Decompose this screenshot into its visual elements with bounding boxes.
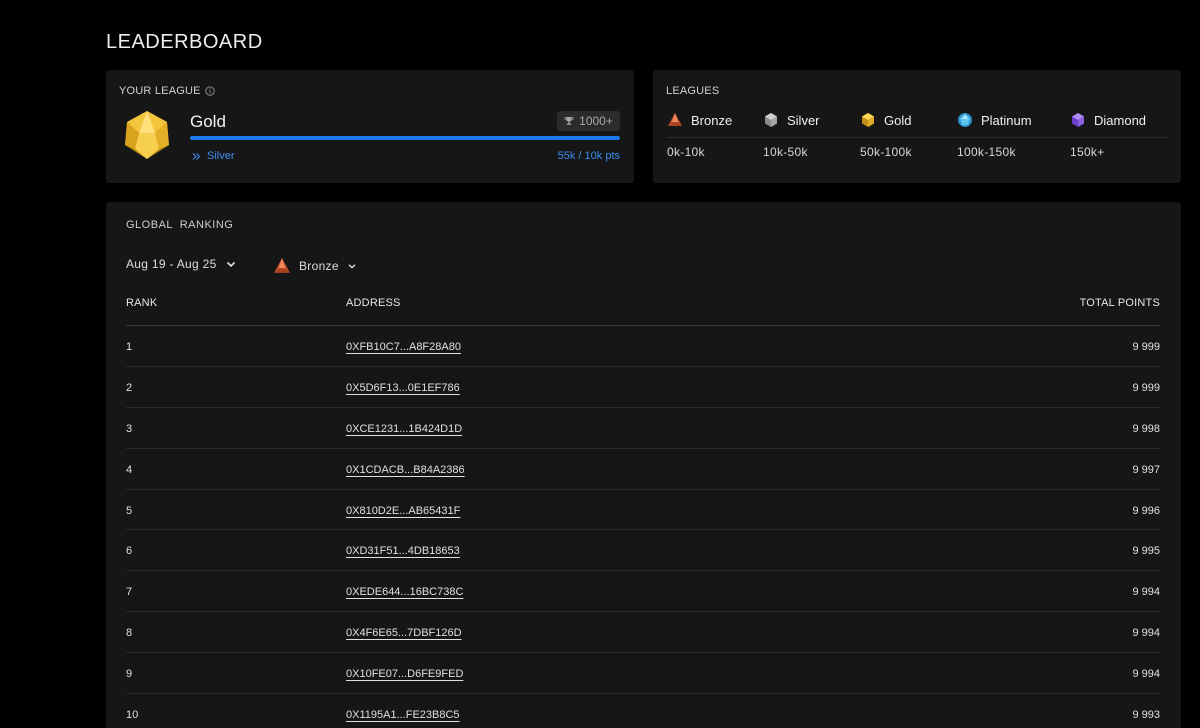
league-range: 0k-10k — [667, 145, 705, 159]
your-league-label: YOUR LEAGUE — [119, 85, 201, 97]
rank-cell: 7 — [126, 586, 133, 599]
address-link[interactable]: 0XD31F51...4DB18653 — [346, 545, 460, 557]
points-cell: 9 994 — [1132, 586, 1160, 599]
address-link[interactable]: 0X4F6E65...7DBF126D — [346, 627, 462, 639]
rank-cell: 10 — [126, 709, 139, 722]
rank-cell: 2 — [126, 381, 133, 394]
next-league-link[interactable]: Silver — [192, 150, 235, 162]
address-link[interactable]: 0X810D2E...AB65431F — [346, 505, 460, 517]
league-filter-value: Bronze — [299, 259, 339, 273]
league-range: 10k-50k — [763, 145, 808, 159]
points-cell: 9 996 — [1132, 504, 1160, 517]
table-row: 9 0X10FE07...D6FE9FED 9 994 — [126, 653, 1160, 695]
league-progress-fill — [190, 136, 620, 140]
rank-cell: 5 — [126, 504, 133, 517]
address-link[interactable]: 0XEDE644...16BC738C — [346, 586, 463, 598]
points-cell: 9 995 — [1132, 545, 1160, 558]
rank-cell: 3 — [126, 422, 133, 435]
global-ranking-label: GLOBAL RANKING — [126, 219, 234, 231]
page-title: LEADERBOARD — [106, 31, 263, 53]
gold-league-icon — [862, 113, 874, 127]
column-header-total-points[interactable]: TOTAL POINTS — [1080, 297, 1160, 309]
league-range: 150k+ — [1070, 145, 1105, 159]
next-league-name: Silver — [207, 150, 235, 162]
rank-cell: 9 — [126, 668, 133, 681]
gold-league-icon — [125, 111, 169, 159]
league-progress-bar — [190, 136, 620, 140]
league-filter-dropdown[interactable]: Bronze — [273, 257, 357, 275]
league-name: Silver — [787, 112, 820, 128]
table-row: 5 0X810D2E...AB65431F 9 996 — [126, 490, 1160, 531]
points-cell: 9 998 — [1132, 422, 1160, 435]
trophy-icon — [564, 117, 574, 125]
league-name: Diamond — [1094, 112, 1147, 128]
platinum-league-icon — [958, 113, 972, 127]
week-filter-value: Aug 19 - Aug 25 — [126, 257, 217, 271]
points-chip-text: 1000+ — [579, 114, 613, 128]
column-header-address[interactable]: ADDRESS — [346, 297, 401, 309]
address-link[interactable]: 0XCE1231...1B424D1D — [346, 423, 462, 435]
league-silver: Silver 10k-50k — [763, 110, 820, 160]
league-platinum: Platinum 100k-150k — [957, 110, 1032, 160]
silver-league-icon — [765, 113, 777, 127]
league-range: 100k-150k — [957, 145, 1016, 159]
table-row: 3 0XCE1231...1B424D1D 9 998 — [126, 408, 1160, 449]
rank-cell: 1 — [126, 341, 133, 353]
points-chip: 1000+ — [557, 111, 620, 131]
points-cell: 9 994 — [1132, 627, 1160, 640]
bronze-league-icon — [274, 258, 290, 273]
bronze-league-icon — [668, 113, 682, 126]
global-ranking-card: GLOBAL RANKING Aug 19 - Aug 25 Bronze RA… — [106, 202, 1181, 728]
chevron-down-icon — [226, 261, 235, 268]
leagues-label: LEAGUES — [666, 85, 720, 97]
points-cell: 9 999 — [1132, 381, 1160, 394]
points-cell: 9 997 — [1132, 463, 1160, 476]
league-range: 50k-100k — [860, 145, 912, 159]
your-league-label-wrap: YOUR LEAGUE — [119, 85, 215, 97]
league-bronze: Bronze 0k-10k — [667, 110, 733, 160]
table-row: 8 0X4F6E65...7DBF126D 9 994 — [126, 612, 1160, 654]
points-progress-text: 55k / 10k pts — [557, 150, 620, 162]
diamond-league-icon — [1072, 113, 1084, 127]
league-name: Bronze — [691, 112, 733, 128]
table-row: 1 0XFB10C7...A8F28A80 9 999 — [126, 326, 1160, 367]
rank-cell: 8 — [126, 627, 133, 640]
rank-cell: 4 — [126, 463, 133, 476]
address-link[interactable]: 0X1195A1...FE23B8C5 — [346, 709, 460, 721]
leagues-divider — [666, 137, 1168, 138]
your-league-card: YOUR LEAGUE Gold 1000+ Silver 55k / 10k … — [106, 70, 634, 183]
league-diamond: Diamond 150k+ — [1070, 110, 1147, 160]
week-filter-dropdown[interactable]: Aug 19 - Aug 25 — [126, 257, 237, 271]
column-header-rank[interactable]: RANK — [126, 297, 157, 309]
table-row: 2 0X5D6F13...0E1EF786 9 999 — [126, 367, 1160, 408]
points-cell: 9 994 — [1132, 668, 1160, 681]
table-row: 7 0XEDE644...16BC738C 9 994 — [126, 571, 1160, 613]
double-chevron-right-icon — [192, 152, 201, 160]
address-link[interactable]: 0XFB10C7...A8F28A80 — [346, 341, 461, 353]
current-league-name: Gold — [190, 112, 226, 131]
address-link[interactable]: 0X1CDACB...B84A2386 — [346, 464, 465, 476]
league-gold: Gold 50k-100k — [860, 110, 912, 160]
info-icon[interactable] — [205, 86, 215, 96]
points-cell: 9 999 — [1132, 341, 1160, 353]
address-link[interactable]: 0X5D6F13...0E1EF786 — [346, 382, 460, 394]
league-name: Gold — [884, 112, 912, 128]
table-row: 4 0X1CDACB...B84A2386 9 997 — [126, 449, 1160, 490]
rank-cell: 6 — [126, 545, 133, 558]
table-row: 6 0XD31F51...4DB18653 9 995 — [126, 530, 1160, 572]
table-row: 10 0X1195A1...FE23B8C5 9 993 — [126, 694, 1160, 728]
chevron-down-icon — [348, 264, 356, 269]
points-cell: 9 993 — [1132, 709, 1160, 722]
league-name: Platinum — [981, 112, 1032, 128]
ranking-table-body: 1 0XFB10C7...A8F28A80 9 999 2 0X5D6F13..… — [126, 326, 1160, 728]
address-link[interactable]: 0X10FE07...D6FE9FED — [346, 668, 463, 680]
leagues-card: LEAGUES Bronze 0k-10k Silver 10k-50k Gol… — [653, 70, 1181, 183]
